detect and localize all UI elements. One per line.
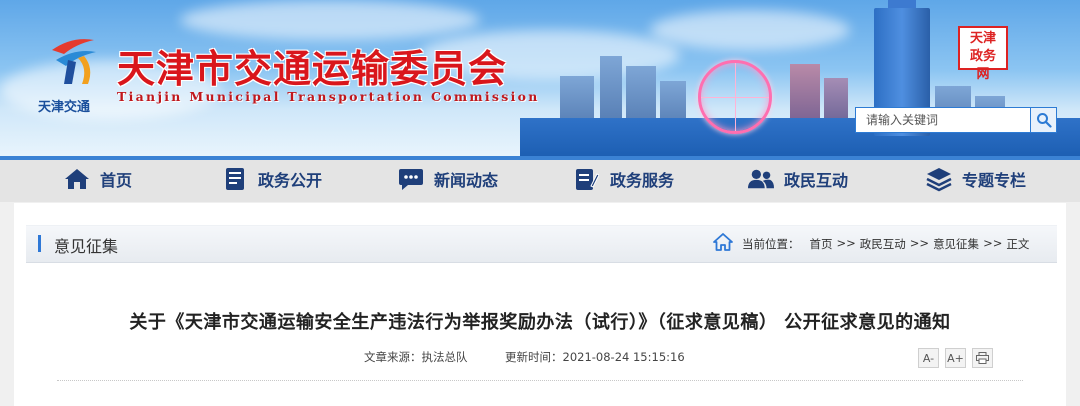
logo-caption: 天津交通 bbox=[38, 100, 91, 115]
article-title: 关于《天津市交通运输安全生产违法行为举报奖励办法（试行）》（征求意见稿） 公开征… bbox=[129, 312, 951, 333]
nav-label: 政民互动 bbox=[784, 171, 849, 190]
breadcrumb: 当前位置： 首页 >> 政民互动 >> 意见征集 >> 正文 bbox=[742, 236, 1029, 252]
layers-icon bbox=[926, 166, 952, 192]
source-value: 执法总队 bbox=[421, 350, 468, 364]
site-title: 天津市交通运输委员会 bbox=[117, 46, 508, 91]
updated-value: 2021-08-24 15:15:16 bbox=[562, 350, 685, 364]
article-source: 文章来源：执法总队 bbox=[364, 349, 468, 365]
breadcrumb-prefix: 当前位置： bbox=[742, 237, 800, 251]
nav-item-gov-affairs-open[interactable]: 政务公开 bbox=[222, 164, 322, 194]
nav-item-news[interactable]: 新闻动态 bbox=[398, 164, 498, 194]
article-divider bbox=[57, 380, 1023, 381]
search-icon bbox=[1036, 113, 1052, 128]
clipboard-edit-icon bbox=[574, 166, 600, 192]
breadcrumb-item-consultation[interactable]: 意见征集 bbox=[933, 236, 979, 252]
nav-item-home[interactable]: 首页 bbox=[64, 164, 132, 194]
nav-label: 专题专栏 bbox=[962, 171, 1027, 190]
updated-label: 更新时间： bbox=[505, 350, 563, 364]
font-smaller-button[interactable]: A- bbox=[918, 348, 939, 368]
breadcrumb-item-interaction[interactable]: 政民互动 bbox=[860, 236, 906, 252]
breadcrumb-home-icon bbox=[713, 233, 733, 251]
breadcrumb-item-home[interactable]: 首页 bbox=[810, 236, 833, 252]
chat-bubble-icon bbox=[398, 166, 424, 192]
nav-item-gov-services[interactable]: 政务服务 bbox=[574, 164, 674, 194]
seal-text: 天津政务网 bbox=[969, 31, 996, 82]
main-nav: 首页 政务公开 新闻动态 政务服务 政民互动 专题专栏 bbox=[0, 156, 1080, 202]
ferris-wheel-image bbox=[698, 60, 772, 134]
printer-icon bbox=[976, 352, 989, 364]
nav-label: 政务公开 bbox=[258, 171, 323, 190]
breadcrumb-item-current: 正文 bbox=[1006, 237, 1030, 251]
nav-item-special-topics[interactable]: 专题专栏 bbox=[926, 164, 1026, 194]
nav-label: 首页 bbox=[100, 171, 133, 190]
nav-label: 政务服务 bbox=[610, 171, 675, 190]
nav-item-public-interaction[interactable]: 政民互动 bbox=[748, 164, 848, 194]
font-larger-button[interactable]: A+ bbox=[945, 348, 966, 368]
print-button[interactable] bbox=[972, 348, 993, 368]
document-icon bbox=[222, 166, 248, 192]
section-title: 意见征集 bbox=[54, 237, 119, 256]
search-box bbox=[855, 107, 1057, 133]
search-button[interactable] bbox=[1030, 108, 1056, 132]
breadcrumb-separator: >> bbox=[983, 236, 1003, 250]
home-icon bbox=[64, 166, 90, 192]
search-input[interactable] bbox=[856, 108, 1030, 132]
users-icon bbox=[748, 166, 774, 192]
article-updated: 更新时间：2021-08-24 15:15:16 bbox=[505, 349, 685, 365]
section-marker bbox=[38, 235, 41, 252]
nav-label: 新闻动态 bbox=[434, 171, 499, 190]
header-banner: 天津交通 天津市交通运输委员会 Tianjin Municipal Transp… bbox=[0, 0, 1080, 156]
breadcrumb-separator: >> bbox=[909, 236, 930, 250]
source-label: 文章来源： bbox=[364, 350, 422, 364]
transport-logo-icon bbox=[52, 39, 96, 84]
site-subtitle: Tianjin Municipal Transportation Commiss… bbox=[117, 89, 540, 104]
breadcrumb-separator: >> bbox=[836, 236, 856, 250]
tianjin-gov-seal-logo[interactable]: 天津政务网 bbox=[958, 26, 1008, 82]
